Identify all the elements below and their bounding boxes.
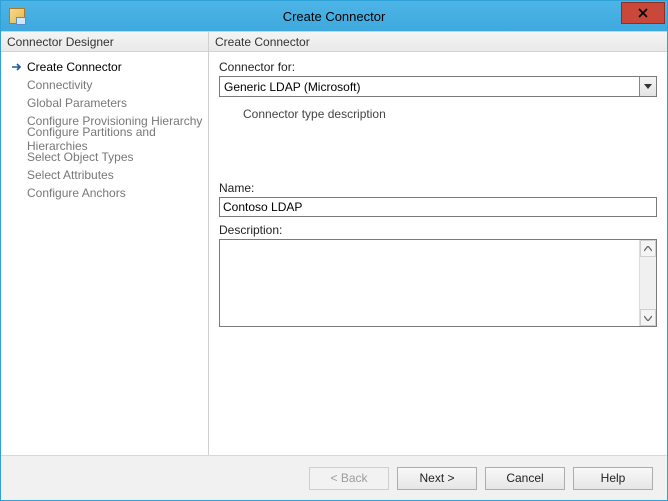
chevron-down-icon [644, 84, 652, 90]
close-button[interactable] [621, 2, 665, 24]
help-button[interactable]: Help [573, 467, 653, 490]
current-step-arrow-icon [11, 61, 23, 73]
nav-create-connector[interactable]: Create Connector [9, 58, 204, 76]
connector-type-description: Connector type description [219, 101, 657, 181]
combo-dropdown-button[interactable] [639, 77, 656, 96]
name-label: Name: [219, 181, 657, 195]
connector-for-combo[interactable]: Generic LDAP (Microsoft) [219, 76, 657, 97]
scroll-down-button[interactable] [640, 309, 656, 326]
connector-for-label: Connector for: [219, 60, 657, 74]
nav-configure-anchors[interactable]: Configure Anchors [9, 184, 204, 202]
nav-label: Select Attributes [27, 168, 114, 182]
nav-select-object-types[interactable]: Select Object Types [9, 148, 204, 166]
name-input[interactable] [219, 197, 657, 217]
nav-configure-partitions-hierarchies[interactable]: Configure Partitions and Hierarchies [9, 130, 204, 148]
nav-label: Configure Anchors [27, 186, 126, 200]
description-scrollbar[interactable] [639, 240, 656, 326]
description-box [219, 239, 657, 327]
help-label: Help [601, 471, 626, 485]
chevron-up-icon [644, 246, 652, 252]
nav-select-attributes[interactable]: Select Attributes [9, 166, 204, 184]
close-icon [638, 8, 648, 18]
app-icon [9, 8, 25, 24]
nav-list: Create Connector Connectivity Global Par… [1, 52, 208, 455]
next-button[interactable]: Next > [397, 467, 477, 490]
main-panel: Create Connector Connector for: Generic … [209, 32, 667, 455]
scroll-up-button[interactable] [640, 240, 656, 257]
nav-label: Global Parameters [27, 96, 127, 110]
back-button: < Back [309, 467, 389, 490]
form-area: Connector for: Generic LDAP (Microsoft) … [209, 52, 667, 455]
sidebar: Connector Designer Create Connector Conn… [1, 32, 209, 455]
next-label: Next > [419, 471, 454, 485]
back-label: < Back [330, 471, 367, 485]
description-label: Description: [219, 223, 657, 237]
cancel-button[interactable]: Cancel [485, 467, 565, 490]
footer: < Back Next > Cancel Help [1, 455, 667, 500]
sidebar-header: Connector Designer [1, 32, 208, 52]
main-header: Create Connector [209, 32, 667, 52]
window-title: Create Connector [1, 9, 667, 24]
description-input[interactable] [220, 240, 639, 326]
cancel-label: Cancel [506, 471, 543, 485]
nav-label: Connectivity [27, 78, 92, 92]
nav-connectivity[interactable]: Connectivity [9, 76, 204, 94]
nav-label: Select Object Types [27, 150, 134, 164]
connector-for-value: Generic LDAP (Microsoft) [220, 80, 639, 94]
nav-label: Create Connector [27, 60, 122, 74]
titlebar: Create Connector [1, 1, 667, 31]
content-area: Connector Designer Create Connector Conn… [1, 31, 667, 455]
chevron-down-icon [644, 315, 652, 321]
nav-global-parameters[interactable]: Global Parameters [9, 94, 204, 112]
